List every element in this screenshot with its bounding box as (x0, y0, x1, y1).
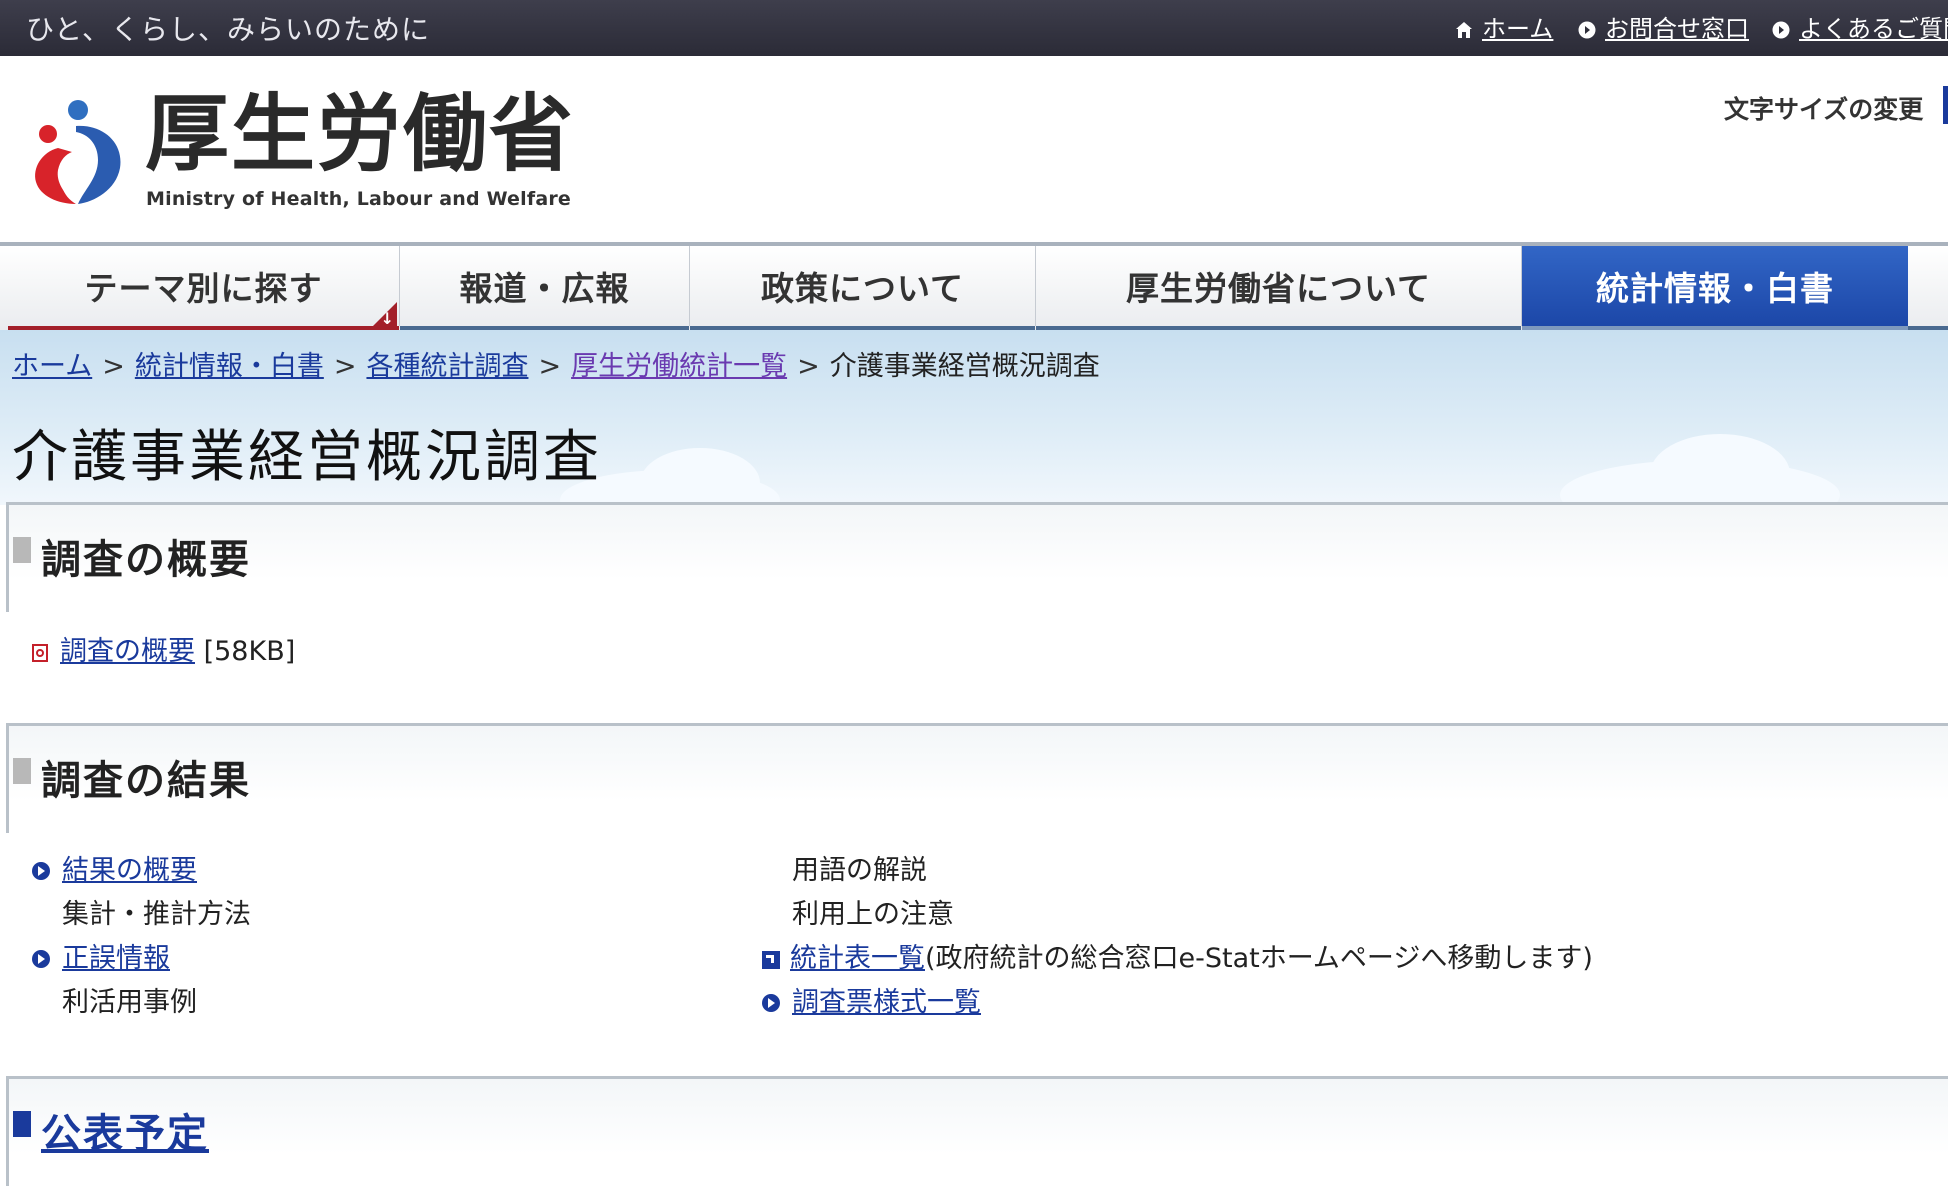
breadcrumb-current: 介護事業経営概況調査 (829, 351, 1100, 382)
breadcrumb-home[interactable]: ホーム (12, 351, 92, 382)
page-title: 介護事業経営概況調査 (12, 425, 602, 490)
home-link[interactable]: ホーム (1455, 9, 1553, 44)
questionnaire-forms-item: 調査票様式一覧 (762, 980, 981, 1019)
stat-tables-item: 統計表一覧(政府統計の総合窓口e-Statホームページへ移動します) (762, 936, 1593, 975)
section-heading: 調査の結果 (41, 758, 251, 804)
breadcrumb-separator: > (538, 351, 562, 382)
nav-item-policy[interactable]: 政策について (690, 246, 1036, 332)
global-nav: テーマ別に探す ↓ 報道・広報 政策について 厚生労働省について 統計情報・白書 (0, 242, 1948, 334)
pdf-icon (32, 644, 48, 662)
faq-link[interactable]: よくあるご質問 (1772, 9, 1948, 44)
results-summary-link[interactable]: 結果の概要 (62, 855, 197, 886)
errata-link[interactable]: 正誤情報 (62, 943, 170, 974)
errata-item: 正誤情報 (32, 936, 170, 975)
down-arrow-icon: ↓ (380, 309, 395, 328)
stat-tables-link[interactable]: 統計表一覧 (790, 943, 925, 974)
usage-examples-item: 利活用事例 (62, 987, 197, 1018)
nav-item-about[interactable]: 厚生労働省について (1036, 246, 1522, 332)
ministry-logo-icon (35, 100, 121, 204)
breadcrumb-separator: > (333, 351, 357, 382)
nav-item-theme[interactable]: テーマ別に探す ↓ (8, 246, 400, 332)
schedule-link[interactable]: 公表予定 (41, 1111, 209, 1157)
cloud-decoration (1650, 434, 1790, 505)
nav-item-statistics[interactable]: 統計情報・白書 (1522, 246, 1908, 332)
contact-link[interactable]: お問合せ窓口 (1578, 9, 1749, 44)
results-summary-item: 結果の概要 (32, 848, 197, 887)
arrow-bullet-icon (32, 862, 50, 880)
breadcrumb-separator: > (102, 351, 125, 382)
home-icon (1456, 22, 1472, 38)
ministry-logo-subtitle: Ministry of Health, Labour and Welfare (146, 188, 571, 210)
section-schedule: 公表予定 (6, 1076, 1948, 1186)
estat-note: (政府統計の総合窓口e-Statホームページへ移動します) (925, 943, 1593, 974)
arrow-bullet-icon (762, 994, 780, 1012)
breadcrumb-surveys[interactable]: 各種統計調査 (366, 351, 528, 382)
arrow-circle-icon (1772, 21, 1790, 39)
section-marker (13, 537, 31, 563)
top-utility-bar: ひと、くらし、みらいのために ホーム お問合せ窓口 よくあるご質問 (0, 0, 1948, 56)
breadcrumb-separator: > (797, 351, 820, 382)
aggregation-method-item: 集計・推計方法 (62, 899, 251, 930)
overview-document-item: 調査の概要 [58KB] (32, 629, 295, 668)
arrow-bullet-icon (32, 950, 50, 968)
usage-notes-item: 利用上の注意 (792, 899, 954, 930)
ministry-logo-title[interactable]: 厚生労働省 (145, 92, 575, 176)
nav-item-press[interactable]: 報道・広報 (400, 246, 690, 332)
cloud-decoration (640, 448, 760, 505)
section-results: 調査の結果 (6, 723, 1948, 833)
file-size: [58KB] (203, 636, 296, 667)
nav-item-overflow[interactable] (1908, 246, 1948, 332)
section-overview: 調査の概要 (6, 502, 1948, 612)
font-size-change-label: 文字サイズの変更 (1724, 95, 1924, 124)
breadcrumb: ホーム > 統計情報・白書 > 各種統計調査 > 厚生労働統計一覧 > 介護事業経営概況調査 (12, 344, 1100, 383)
overview-pdf-link[interactable]: 調査の概要 (60, 636, 195, 667)
ministry-logo-mark[interactable] (28, 98, 128, 210)
questionnaire-forms-link[interactable]: 調査票様式一覧 (792, 987, 981, 1018)
section-marker (13, 758, 31, 784)
section-heading: 公表予定 (41, 1101, 209, 1159)
section-marker (13, 1111, 31, 1137)
external-link-icon (762, 951, 780, 969)
breadcrumb-statistics[interactable]: 統計情報・白書 (135, 351, 324, 382)
site-tagline: ひと、くらし、みらいのために (26, 13, 431, 46)
glossary-item: 用語の解説 (792, 855, 927, 886)
breadcrumb-stat-list[interactable]: 厚生労働統計一覧 (571, 351, 787, 382)
font-size-control-edge[interactable] (1943, 86, 1948, 124)
arrow-circle-icon (1578, 21, 1596, 39)
section-heading: 調査の概要 (41, 537, 251, 583)
